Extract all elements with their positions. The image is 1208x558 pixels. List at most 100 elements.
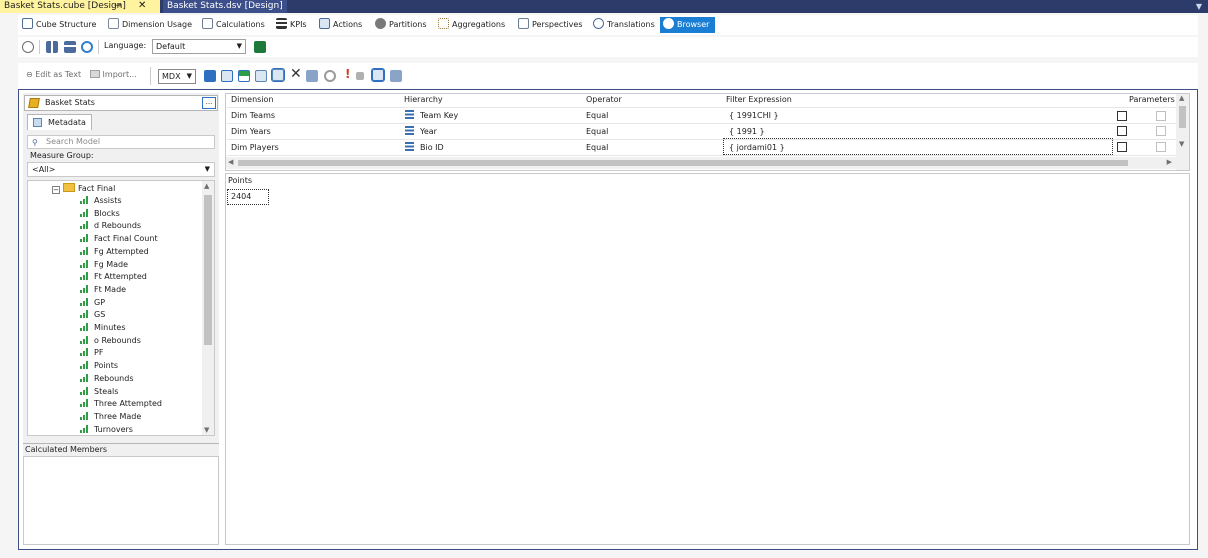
language-select[interactable]: Default ▼	[152, 39, 246, 54]
filter-operator[interactable]: Equal	[586, 111, 608, 120]
measure-item[interactable]: Ft Attempted	[80, 272, 147, 281]
scroll-left-icon[interactable]: ◀	[228, 158, 233, 166]
column-header-dimension[interactable]: Dimension	[231, 95, 274, 104]
measure-item[interactable]: Fg Attempted	[80, 246, 149, 256]
show-empty-cells-icon[interactable]	[255, 70, 267, 82]
parameter-checkbox[interactable]	[1117, 142, 1127, 152]
metadata-icon	[33, 118, 42, 127]
tab-perspectives[interactable]: Perspectives	[518, 17, 583, 33]
refresh-icon[interactable]	[81, 41, 93, 53]
tab-translations[interactable]: Translations	[593, 17, 655, 33]
layout-icon[interactable]	[390, 70, 402, 82]
filter-hierarchy[interactable]: Bio ID	[405, 142, 444, 152]
query-mode-select[interactable]: MDX ▼	[158, 69, 196, 84]
measure-item[interactable]: Assists	[80, 196, 122, 205]
document-tab-cube-design[interactable]: Basket Stats.cube [Design] ⊸ ✕	[0, 0, 160, 13]
stop-icon[interactable]	[356, 72, 364, 80]
filter-operator[interactable]: Equal	[586, 127, 608, 136]
parameter-checkbox-secondary[interactable]	[1156, 126, 1166, 136]
filter-expression[interactable]: { 1991 }	[729, 127, 765, 136]
measure-item[interactable]: GP	[80, 297, 105, 307]
cancel-query-icon[interactable]	[306, 70, 318, 82]
grid-vertical-scrollbar[interactable]: ▲ ▼	[1176, 94, 1189, 170]
parameter-checkbox-secondary[interactable]	[1156, 111, 1166, 121]
show-filters-icon[interactable]	[371, 68, 385, 82]
grid-vertical-scrollbar-thumb[interactable]	[1179, 106, 1186, 128]
measure-item[interactable]: Points	[80, 361, 118, 370]
tree-scrollbar-thumb[interactable]	[204, 195, 212, 345]
tab-partitions[interactable]: Partitions	[375, 17, 427, 33]
parameter-checkbox-secondary[interactable]	[1156, 142, 1166, 152]
filter-dimension[interactable]: Dim Years	[231, 127, 271, 136]
filter-dimension[interactable]: Dim Teams	[231, 111, 275, 120]
tree-node-fact-final[interactable]: − Fact Final	[52, 183, 115, 194]
filter-hierarchy[interactable]: Team Key	[405, 110, 458, 120]
search-model-input[interactable]: ⚲ Search Model	[27, 135, 215, 149]
scroll-right-icon[interactable]: ▶	[1167, 158, 1172, 166]
column-header-operator[interactable]: Operator	[586, 95, 622, 104]
filter-operator[interactable]: Equal	[586, 143, 608, 152]
tab-kpis[interactable]: KPIs	[276, 17, 307, 33]
tab-dimension-usage[interactable]: Dimension Usage	[108, 17, 192, 33]
reconnect-icon[interactable]	[64, 41, 76, 53]
measure-item[interactable]: Rebounds	[80, 373, 133, 383]
measure-item[interactable]: Steals	[80, 386, 118, 396]
browse-cube-button[interactable]: ...	[202, 97, 216, 109]
measure-item[interactable]: GS	[80, 310, 105, 319]
measure-item[interactable]: Fg Made	[80, 259, 128, 269]
pin-icon[interactable]: ⊸	[114, 0, 122, 13]
grid-horizontal-scrollbar-thumb[interactable]	[238, 160, 1128, 166]
tab-calculations[interactable]: Calculations	[202, 17, 265, 33]
document-tab-dsv-design[interactable]: Basket Stats.dsv [Design]	[163, 0, 287, 13]
result-cell[interactable]: 2404	[227, 189, 269, 205]
result-column-header[interactable]: Points	[228, 176, 252, 185]
query-mode-icon[interactable]	[221, 70, 233, 82]
measure-item[interactable]: Three Made	[80, 411, 141, 421]
grid-horizontal-scrollbar[interactable]: ◀ ▶	[226, 157, 1178, 169]
cube-selector[interactable]: Basket Stats ...	[24, 95, 218, 111]
scroll-down-icon[interactable]: ▼	[204, 426, 209, 434]
measure-item[interactable]: Ft Made	[80, 284, 126, 294]
measure-item[interactable]: o Rebounds	[80, 335, 141, 345]
calculated-members-list[interactable]	[23, 456, 219, 545]
column-header-hierarchy[interactable]: Hierarchy	[404, 95, 443, 104]
tab-aggregations[interactable]: Aggregations	[438, 17, 505, 33]
column-header-filter-expression[interactable]: Filter Expression	[726, 95, 792, 104]
measure-item[interactable]: Fact Final Count	[80, 234, 158, 243]
collapse-icon[interactable]: −	[52, 186, 60, 194]
filter-dimension[interactable]: Dim Players	[231, 143, 279, 152]
filter-expression[interactable]: { 1991CHI }	[729, 111, 779, 120]
measure-item[interactable]: d Rebounds	[80, 221, 141, 230]
scroll-up-icon[interactable]: ▲	[204, 182, 209, 190]
close-icon[interactable]: ✕	[138, 0, 146, 12]
parameter-checkbox[interactable]	[1117, 126, 1127, 136]
measure-item[interactable]: PF	[80, 348, 103, 357]
edit-as-text-button[interactable]: ⊖ Edit as Text	[26, 70, 81, 79]
design-mode-icon[interactable]	[204, 70, 216, 82]
tab-actions[interactable]: Actions	[319, 17, 362, 33]
tab-cube-structure[interactable]: Cube Structure	[22, 17, 96, 33]
process-icon[interactable]	[22, 41, 34, 53]
change-user-icon[interactable]	[46, 41, 58, 53]
import-button[interactable]: Import...	[90, 70, 137, 79]
measure-item[interactable]: Three Attempted	[80, 399, 162, 408]
scroll-down-icon[interactable]: ▼	[1179, 140, 1184, 148]
measure-item[interactable]: Minutes	[80, 323, 126, 332]
add-calculated-member-icon[interactable]	[238, 70, 250, 82]
parameter-checkbox[interactable]	[1117, 111, 1127, 121]
auto-execute-icon[interactable]	[271, 68, 285, 82]
delete-icon[interactable]: ✕	[290, 66, 302, 82]
excel-icon[interactable]	[254, 41, 266, 53]
tree-scrollbar[interactable]: ▲ ▼	[202, 181, 214, 435]
tab-metadata[interactable]: Metadata	[27, 114, 92, 130]
measure-item[interactable]: Turnovers	[80, 424, 133, 434]
scroll-up-icon[interactable]: ▲	[1179, 94, 1184, 102]
measure-item[interactable]: Blocks	[80, 208, 120, 218]
refresh-query-icon[interactable]	[324, 70, 336, 82]
filter-hierarchy[interactable]: Year	[405, 126, 437, 136]
tab-browser[interactable]: Browser	[660, 17, 716, 33]
measure-group-select[interactable]: <All> ▼	[27, 162, 215, 177]
tab-overflow-chevron-icon[interactable]: ▼	[1196, 0, 1202, 13]
execute-query-icon[interactable]: !	[345, 67, 350, 81]
column-header-parameters[interactable]: Parameters	[1129, 95, 1175, 104]
